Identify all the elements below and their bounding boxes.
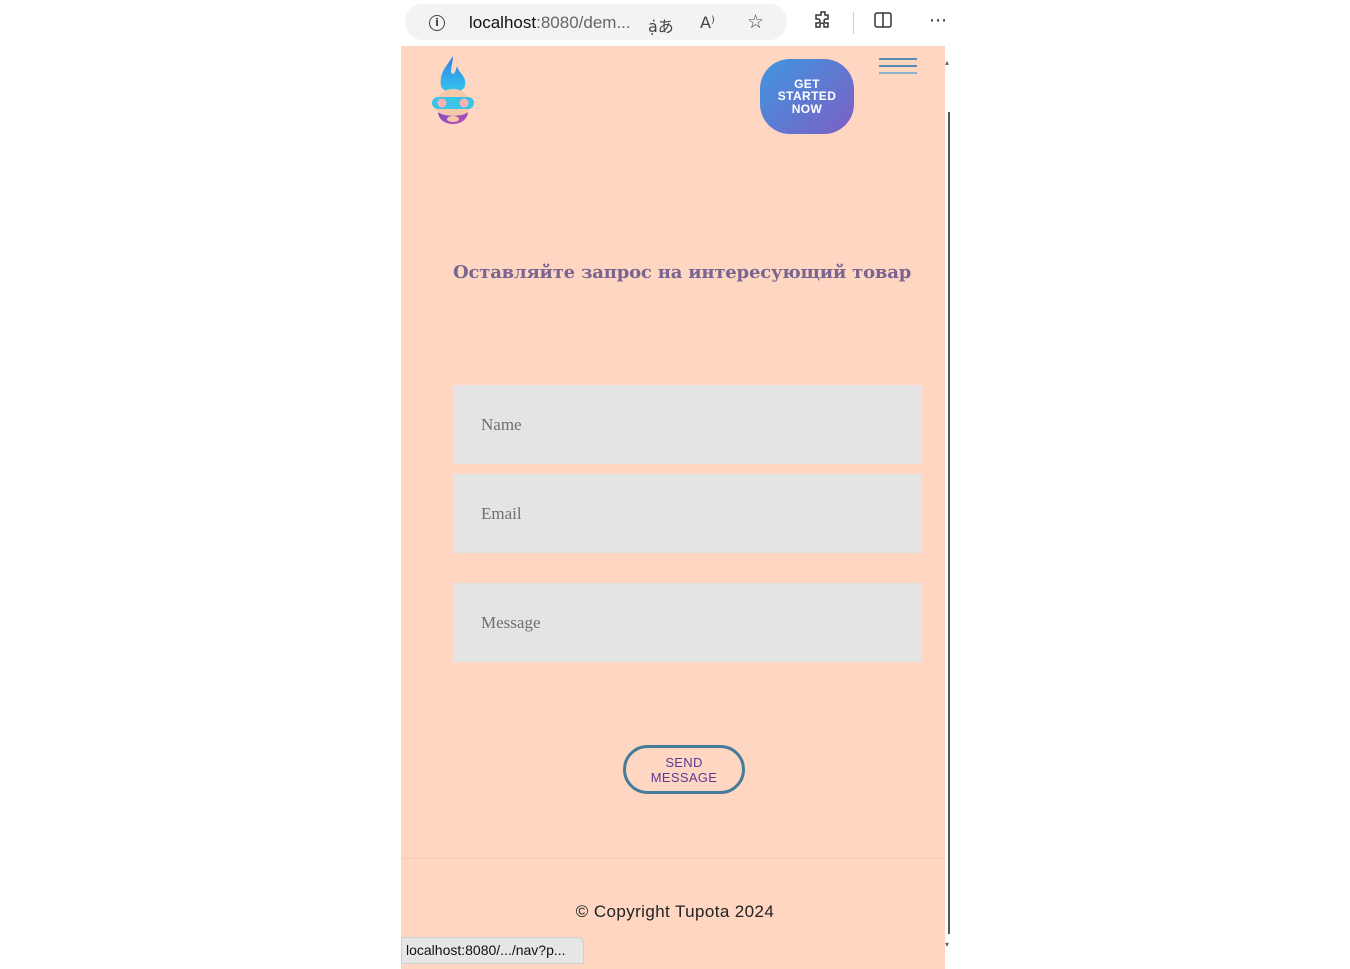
get-started-button[interactable]: GET STARTED NOW bbox=[760, 59, 854, 134]
split-screen-icon[interactable] bbox=[873, 10, 893, 35]
info-icon[interactable]: i bbox=[429, 15, 445, 31]
more-options-icon[interactable]: ⋯ bbox=[929, 10, 947, 31]
email-field[interactable] bbox=[453, 474, 922, 553]
name-field[interactable] bbox=[453, 385, 922, 464]
browser-toolbar: i localhost:8080/dem... ạ̇あ A⁾ ☆ ⋯ bbox=[401, 0, 950, 46]
extensions-icon[interactable] bbox=[813, 10, 833, 35]
link-status-bar: localhost:8080/.../nav?p... bbox=[401, 937, 584, 964]
address-url[interactable]: localhost:8080/dem... bbox=[469, 13, 631, 33]
footer-divider bbox=[401, 858, 945, 859]
translate-icon[interactable]: ạ̇あ bbox=[648, 13, 674, 37]
message-field[interactable] bbox=[453, 583, 922, 662]
toolbar-separator bbox=[853, 12, 854, 34]
scroll-up-icon[interactable]: ▴ bbox=[945, 58, 949, 67]
favorite-star-icon[interactable]: ☆ bbox=[747, 11, 764, 33]
hamburger-menu-icon[interactable] bbox=[879, 58, 917, 78]
copyright-text: © Copyright Tupota 2024 bbox=[575, 902, 775, 921]
read-aloud-icon[interactable]: A⁾ bbox=[700, 13, 715, 32]
scroll-down-icon[interactable]: ▾ bbox=[945, 940, 949, 949]
address-bar[interactable]: i localhost:8080/dem... ạ̇あ A⁾ ☆ bbox=[405, 4, 787, 40]
site-logo[interactable] bbox=[427, 54, 479, 132]
scrollbar-thumb[interactable] bbox=[948, 112, 950, 934]
send-message-button[interactable]: SEND MESSAGE bbox=[623, 745, 745, 794]
form-heading: Оставляйте запрос на интересующий товар bbox=[453, 262, 912, 283]
page-viewport: GET STARTED NOW Оставляйте запрос на инт… bbox=[401, 46, 945, 969]
